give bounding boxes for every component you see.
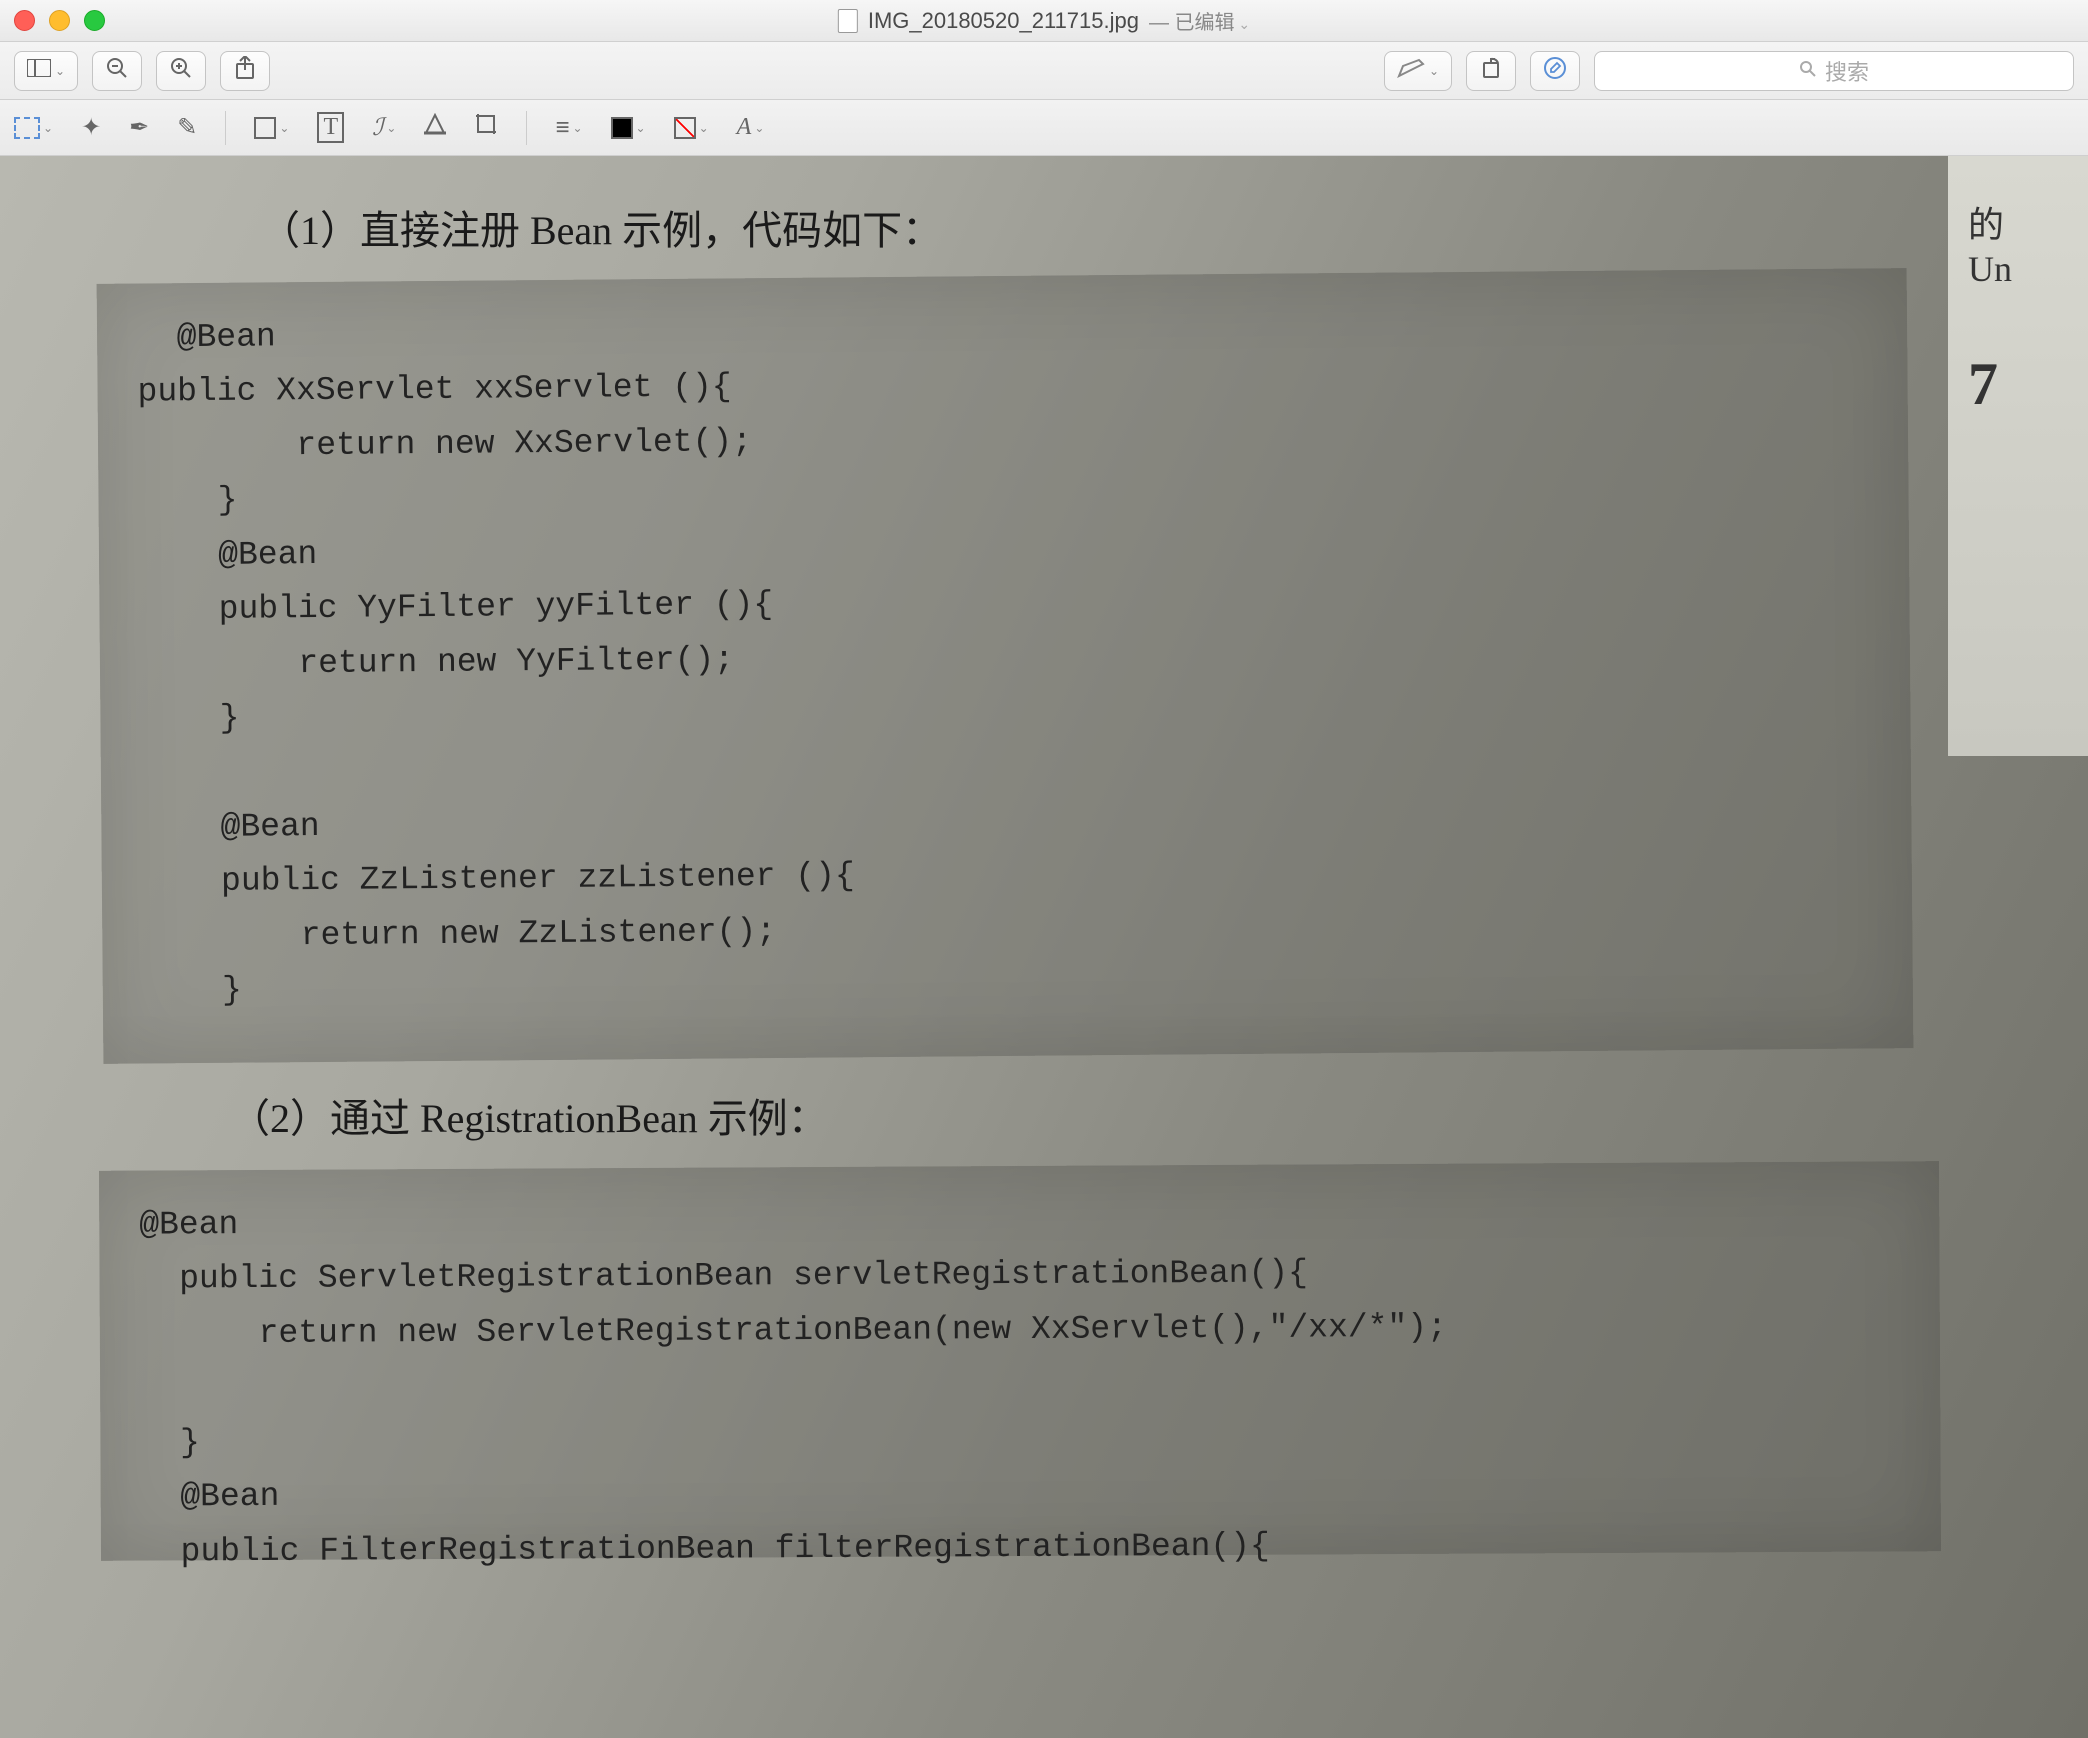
fill-color-tool[interactable] — [611, 117, 646, 139]
sidebar-toggle-button[interactable] — [14, 51, 78, 91]
signature-icon: ℐ — [372, 113, 383, 142]
document-icon — [838, 9, 858, 33]
toolbar-divider — [225, 111, 226, 145]
shape-icon — [254, 117, 276, 139]
markup-pen-icon — [1397, 58, 1425, 84]
main-toolbar: 搜索 — [0, 42, 2088, 100]
selection-icon — [14, 117, 40, 139]
photo-content: （1）直接注册 Bean 示例，代码如下： @Bean public XxSer… — [0, 156, 2088, 1738]
share-icon — [235, 56, 255, 86]
edit-mode-button[interactable] — [1530, 51, 1580, 91]
margin-text-1: 的 — [1968, 196, 2068, 248]
text-tool[interactable]: T — [317, 112, 344, 143]
page-right-margin: 的 Un 7 — [1948, 156, 2088, 756]
margin-page-number: 7 — [1968, 350, 2068, 419]
highlight-tool[interactable] — [424, 113, 446, 142]
text-icon: T — [317, 112, 344, 143]
sidebar-icon — [27, 59, 51, 83]
highlight-icon — [424, 113, 446, 142]
section-heading-1: （1）直接注册 Bean 示例，代码如下： — [260, 198, 942, 256]
search-icon — [1799, 58, 1817, 84]
toolbar-divider-2 — [526, 111, 527, 145]
maximize-button[interactable] — [84, 10, 105, 31]
wand-icon: ✦ — [81, 113, 101, 142]
traffic-lights — [14, 10, 105, 31]
zoom-in-icon — [170, 57, 192, 85]
zoom-in-button[interactable] — [156, 51, 206, 91]
pencil-icon: ✎ — [177, 113, 197, 142]
shapes-tool[interactable] — [254, 117, 289, 139]
window-titlebar: IMG_20180520_211715.jpg — 已编辑 — [0, 0, 2088, 42]
adjust-size-tool[interactable] — [474, 112, 498, 143]
line-style-tool[interactable]: ≡ — [555, 114, 582, 142]
border-icon — [674, 117, 696, 139]
draw-tool[interactable]: ✎ — [177, 113, 197, 142]
filename-label: IMG_20180520_211715.jpg — [868, 8, 1139, 34]
code-block-1: @Bean public XxServlet xxServlet (){ ret… — [97, 268, 1914, 1064]
edit-circle-icon — [1543, 56, 1567, 86]
markup-button[interactable] — [1384, 51, 1452, 91]
crop-icon — [474, 112, 498, 143]
code-block-2: @Bean public ServletRegistrationBean ser… — [99, 1161, 1941, 1561]
rotate-button[interactable] — [1466, 51, 1516, 91]
zoom-out-icon — [106, 57, 128, 85]
sign-tool[interactable]: ℐ — [372, 113, 396, 142]
window-title[interactable]: IMG_20180520_211715.jpg — 已编辑 — [838, 6, 1250, 35]
lines-icon: ≡ — [555, 114, 569, 142]
selection-tool[interactable] — [14, 117, 53, 139]
zoom-out-button[interactable] — [92, 51, 142, 91]
instant-alpha-tool[interactable]: ✦ — [81, 113, 101, 142]
font-icon: A — [737, 114, 752, 141]
search-placeholder: 搜索 — [1825, 55, 1869, 87]
share-button[interactable] — [220, 51, 270, 91]
pen-icon: ✒ — [129, 113, 149, 142]
fill-icon — [611, 117, 633, 139]
rotate-icon — [1480, 57, 1502, 85]
section-heading-2: （2）通过 RegistrationBean 示例： — [230, 1086, 828, 1144]
image-viewport[interactable]: （1）直接注册 Bean 示例，代码如下： @Bean public XxSer… — [0, 156, 2088, 1738]
sketch-tool[interactable]: ✒ — [129, 113, 149, 142]
border-color-tool[interactable] — [674, 117, 709, 139]
minimize-button[interactable] — [49, 10, 70, 31]
font-style-tool[interactable]: A — [737, 114, 765, 141]
markup-toolbar: ✦ ✒ ✎ T ℐ ≡ A — [0, 100, 2088, 156]
search-input[interactable]: 搜索 — [1594, 51, 2074, 91]
close-button[interactable] — [14, 10, 35, 31]
margin-text-2: Un — [1968, 248, 2068, 290]
edited-status: — 已编辑 — [1149, 6, 1250, 35]
